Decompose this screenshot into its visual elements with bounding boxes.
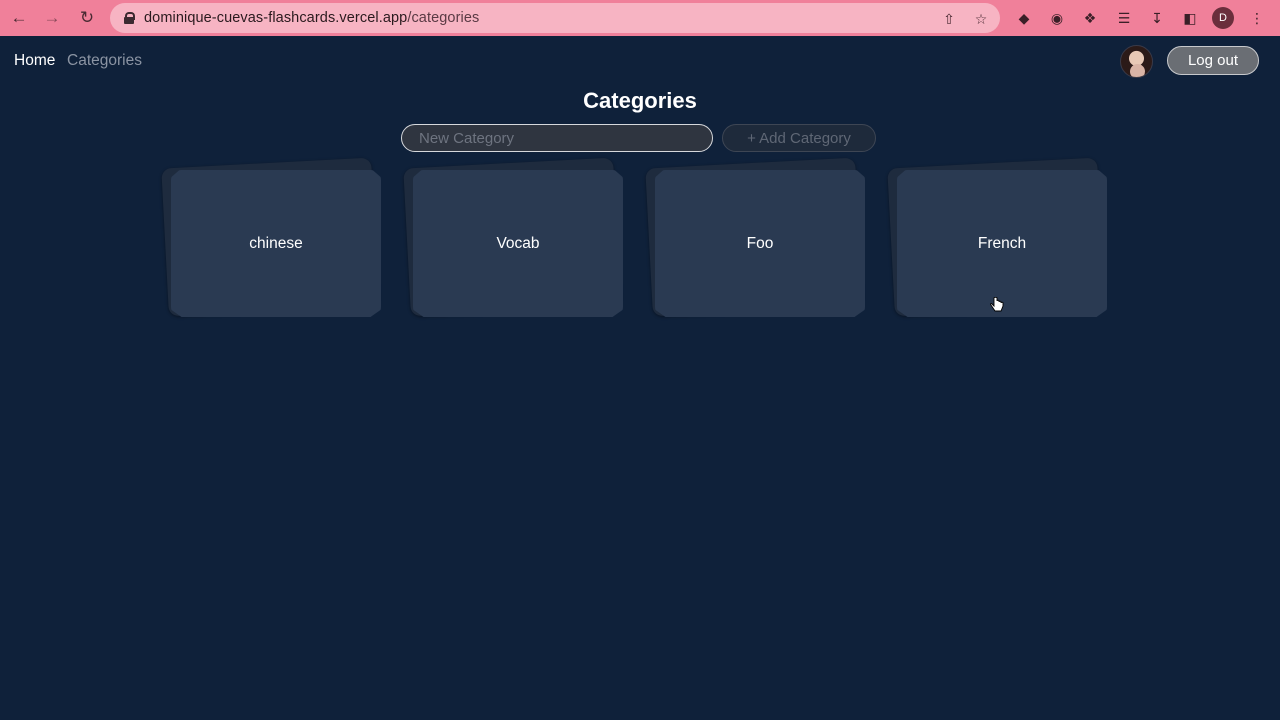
profile-avatar[interactable]: D (1212, 7, 1234, 29)
forward-arrow-icon[interactable]: → (41, 7, 63, 29)
user-avatar[interactable] (1120, 45, 1153, 78)
kebab-menu-icon[interactable]: ⋮ (1247, 8, 1267, 28)
url-path: /categories (407, 10, 480, 26)
category-card-foo[interactable]: Foo (645, 157, 865, 318)
extension-icon[interactable]: ◆ (1014, 8, 1034, 28)
star-icon[interactable]: ☆ (972, 10, 990, 28)
url-text: dominique-cuevas-flashcards.vercel.app/c… (144, 10, 479, 26)
nav-home-link[interactable]: Home (14, 52, 55, 70)
download-icon[interactable]: ↧ (1147, 8, 1167, 28)
back-arrow-icon[interactable]: ← (8, 7, 30, 29)
page-title: Categories (583, 88, 697, 113)
nav-categories-link[interactable]: Categories (67, 52, 142, 70)
logout-button[interactable]: Log out (1167, 46, 1259, 75)
category-label: Vocab (496, 234, 540, 252)
category-label: chinese (249, 234, 303, 252)
address-bar[interactable]: dominique-cuevas-flashcards.vercel.app/c… (110, 3, 1000, 33)
category-card-chinese[interactable]: chinese (161, 157, 381, 318)
new-category-input[interactable] (401, 124, 713, 152)
url-host: dominique-cuevas-flashcards.vercel.app (144, 10, 408, 26)
app-navbar: Home Categories Log out (0, 36, 1280, 86)
extension-red-icon[interactable]: ◉ (1047, 8, 1067, 28)
category-label: Foo (746, 234, 774, 252)
lock-icon (124, 12, 135, 24)
sidepanel-icon[interactable]: ◧ (1180, 8, 1200, 28)
category-card-french[interactable]: French (887, 157, 1107, 318)
media-queue-icon[interactable]: ☰ (1114, 8, 1134, 28)
puzzle-icon[interactable]: ❖ (1080, 8, 1100, 28)
add-category-button[interactable]: + Add Category (722, 124, 876, 152)
hand-pointer-icon (990, 297, 1004, 312)
browser-toolbar: ← → ↻ dominique-cuevas-flashcards.vercel… (0, 0, 1280, 36)
category-card-vocab[interactable]: Vocab (403, 157, 623, 318)
share-icon[interactable]: ⇧ (940, 10, 958, 28)
reload-icon[interactable]: ↻ (76, 7, 98, 29)
category-label: French (977, 234, 1027, 252)
